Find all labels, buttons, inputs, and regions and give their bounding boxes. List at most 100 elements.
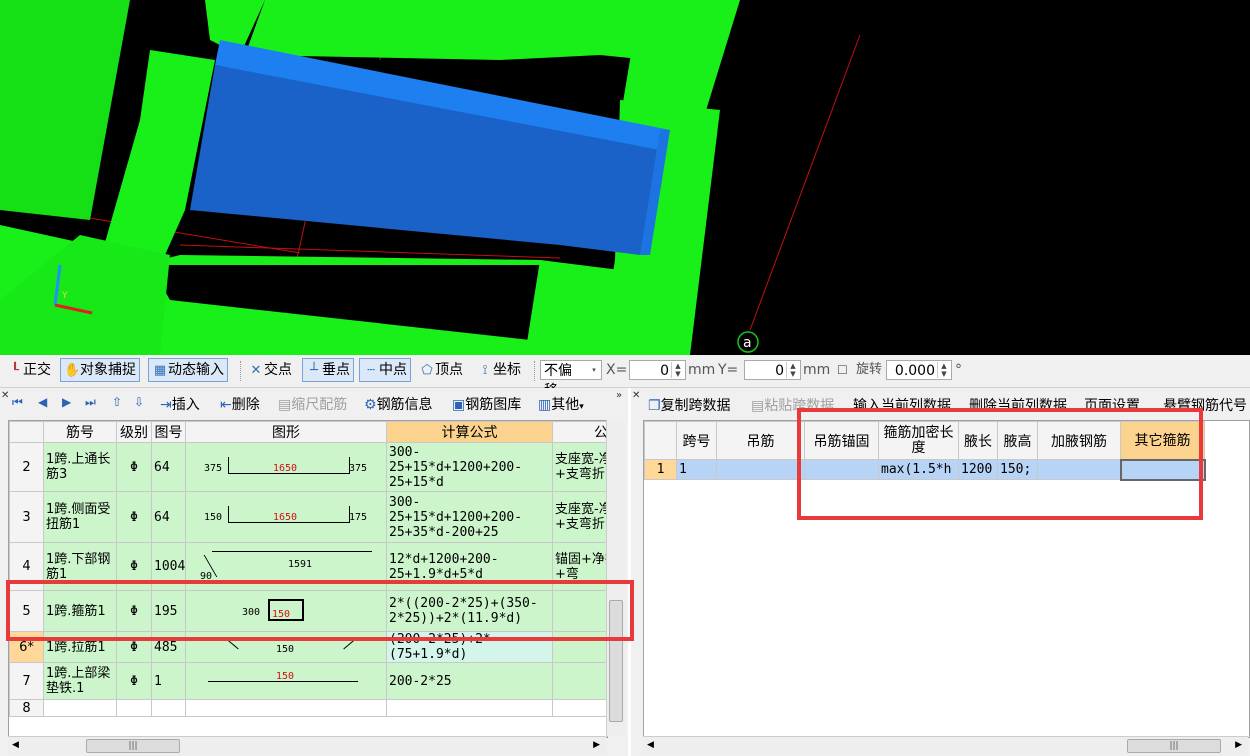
scale-rebar-button[interactable]: ▤缩尺配筋 (278, 394, 347, 414)
x-coordinate-input[interactable]: 0 ▲ ▼ (629, 360, 686, 380)
header-grade[interactable]: 级别 (116, 421, 152, 443)
bar-name[interactable]: 1跨.上部梁垫铁.1 (43, 662, 117, 700)
header-formula[interactable]: 计算公式 (386, 421, 553, 443)
coordinate-icon: ⟟ (482, 363, 488, 378)
header-bar-no[interactable]: 筋号 (43, 421, 117, 443)
span-header-hanger[interactable]: 吊筋 (716, 421, 805, 460)
header-shape[interactable]: 图形 (185, 421, 387, 443)
row-number[interactable]: 2 (9, 442, 44, 492)
next-record-icon[interactable]: ▶ (62, 395, 71, 409)
vertex-icon: ⬠ (421, 363, 433, 378)
y-coordinate-input[interactable]: 0 ▲ ▼ (744, 360, 801, 380)
rotate-checkbox[interactable]: ☐ (837, 360, 848, 380)
x-value: 0 (660, 363, 669, 379)
rebar-horizontal-scrollbar[interactable]: ◀ ||| ▶ (8, 736, 606, 755)
vertex-label: 顶点 (435, 362, 463, 378)
delete-button[interactable]: ⇤删除 (220, 394, 260, 414)
formula-cell[interactable] (386, 699, 553, 717)
dynamic-input-button[interactable]: ▦ 动态输入 (148, 358, 228, 382)
table-row[interactable]: 3 1跨.侧面受扭筋1 Φ 64 150 1650 175 300-25+15*… (9, 491, 607, 543)
x-spinner-icon[interactable]: ▲ ▼ (671, 362, 684, 378)
shape-cell[interactable]: 375 1650 375 (185, 442, 387, 492)
axis-marker-label: a (743, 335, 752, 351)
rotate-input[interactable]: 0.000 ▲ ▼ (886, 360, 952, 380)
header-desc[interactable]: 公 (552, 421, 607, 443)
bar-grade[interactable]: Φ (116, 662, 152, 700)
object-snap-button[interactable]: ✋对象捕捉 (60, 358, 140, 382)
scrollbar-thumb[interactable]: ||| (1127, 739, 1221, 753)
fig-number[interactable]: 1 (151, 662, 186, 700)
desc-cell[interactable] (552, 662, 607, 700)
desc-cell[interactable]: 支座宽-净长+支弯折 (552, 442, 607, 492)
other-menu-button[interactable]: ▥其他▾ (538, 394, 584, 414)
scroll-right-icon[interactable]: ▶ (593, 740, 600, 750)
span-horizontal-scrollbar[interactable]: ◀ ||| ▶ (643, 736, 1248, 755)
bar-name[interactable] (43, 699, 117, 717)
scroll-right-icon[interactable]: ▶ (1235, 740, 1242, 750)
perpendicular-label: 垂点 (322, 362, 350, 378)
model-canvas[interactable]: Y a (0, 0, 1250, 355)
ortho-button[interactable]: ┖ 正交 (4, 359, 54, 381)
formula-cell[interactable]: 200-2*25 (386, 662, 553, 700)
fig-number[interactable]: 64 (151, 491, 186, 543)
dynamic-input-icon: ▦ (153, 363, 167, 378)
span-num-cell[interactable]: 1 (676, 459, 717, 480)
row-number[interactable]: 8 (9, 699, 44, 717)
y-spinner-icon[interactable]: ▲ ▼ (786, 362, 799, 378)
shape-right-dim: 175 (349, 511, 368, 523)
shape-cell[interactable]: 150 1650 175 (185, 491, 387, 543)
offset-select[interactable]: 不偏移▾ (540, 360, 602, 399)
rebar-vertical-scrollbar[interactable] (606, 420, 625, 736)
shape-drawing: 375 1650 375 (188, 445, 384, 490)
scroll-left-icon[interactable]: ◀ (647, 740, 654, 750)
shape-cell[interactable] (185, 699, 387, 717)
bar-name[interactable]: 1跨.侧面受扭筋1 (43, 491, 117, 543)
desc-cell[interactable] (552, 699, 607, 717)
bar-grade[interactable] (116, 699, 152, 717)
copy-span-button[interactable]: ❐复制跨数据 (648, 395, 731, 415)
fig-number[interactable]: 64 (151, 442, 186, 492)
span-row-number[interactable]: 1 (644, 459, 677, 480)
header-fig-no[interactable]: 图号 (151, 421, 186, 443)
formula-cell[interactable]: 300-25+15*d+1200+200-25+15*d (386, 442, 553, 492)
row-number[interactable]: 3 (9, 491, 44, 543)
intersection-icon: ✕ (250, 363, 262, 378)
table-header-row: 筋号 级别 图号 图形 计算公式 公 (9, 421, 607, 443)
rebar-library-button[interactable]: ▣钢筋图库 (452, 394, 521, 414)
rotate-value: 0.000 (894, 363, 935, 379)
coordinate-snap-button[interactable]: ⟟ 坐标 (474, 359, 524, 381)
scrollbar-thumb[interactable]: ||| (86, 739, 180, 753)
scroll-left-icon[interactable]: ◀ (12, 740, 19, 750)
model-3d-viewport[interactable]: Y a (0, 0, 1250, 355)
insert-label: 插入 (171, 397, 200, 413)
table-row[interactable]: 7 1跨.上部梁垫铁.1 Φ 1 150 200-2*25 (9, 662, 607, 700)
table-row-empty[interactable]: 8 (9, 699, 607, 717)
y-label: Y= (718, 362, 739, 378)
midpoint-snap-button[interactable]: ┄ 中点 (359, 358, 411, 382)
dynamic-input-label: 动态输入 (168, 362, 224, 378)
rebar-toolbar: ⏮ ◀ ▶ ⏭ ⇧ ⇩ ⇥插入 ⇤删除 ▤缩尺配筋 ⚙钢筋信息 ▣钢筋图库 ▥其… (0, 388, 628, 418)
shape-cell[interactable]: 150 (185, 662, 387, 700)
bar-grade[interactable]: Φ (116, 442, 152, 492)
move-down-icon[interactable]: ⇩ (134, 395, 144, 409)
insert-button[interactable]: ⇥插入 (160, 394, 200, 414)
prev-record-icon[interactable]: ◀ (38, 395, 47, 409)
row-number[interactable]: 7 (9, 662, 44, 700)
rebar-info-button[interactable]: ⚙钢筋信息 (364, 394, 433, 414)
intersection-snap-button[interactable]: ✕ 交点 (245, 359, 295, 381)
last-record-icon[interactable]: ⏭ (85, 395, 96, 410)
desc-cell[interactable]: 支座宽-净长+支弯折 (552, 491, 607, 543)
perpendicular-snap-button[interactable]: ┴ 垂点 (302, 358, 354, 382)
table-row[interactable]: 2 1跨.上通长筋3 Φ 64 375 1650 375 300-25+15*d… (9, 442, 607, 492)
hanger-cell[interactable] (716, 459, 805, 480)
bar-name[interactable]: 1跨.上通长筋3 (43, 442, 117, 492)
bar-grade[interactable]: Φ (116, 491, 152, 543)
fig-number[interactable] (151, 699, 186, 717)
span-header-num[interactable]: 跨号 (676, 421, 717, 460)
vertex-snap-button[interactable]: ⬠ 顶点 (416, 359, 466, 381)
move-up-icon[interactable]: ⇧ (112, 395, 122, 409)
rotate-spinner-icon[interactable]: ▲ ▼ (937, 362, 950, 378)
formula-cell[interactable]: 300-25+15*d+1200+200-25+35*d-200+25 (386, 491, 553, 543)
shape-hook (227, 639, 239, 650)
first-record-icon[interactable]: ⏮ (12, 395, 23, 410)
